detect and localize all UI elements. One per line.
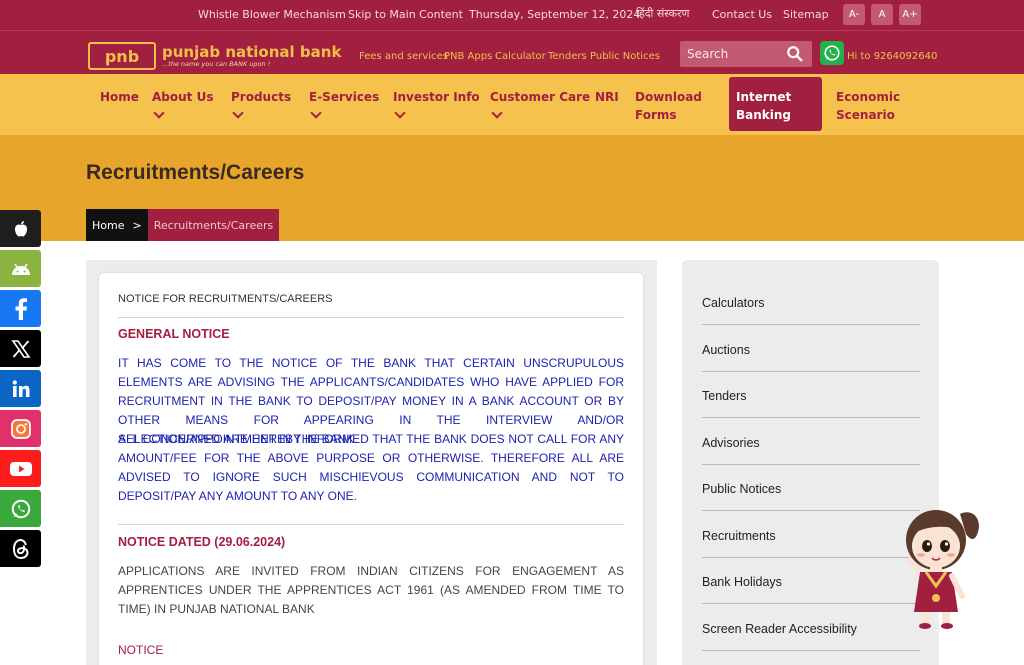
chevron-down-icon	[232, 107, 244, 119]
x-icon	[10, 339, 31, 358]
youtube-icon	[9, 461, 32, 476]
notice-link[interactable]: NOTICE	[118, 643, 163, 657]
notice-card: NOTICE FOR RECRUITMENTS/CAREERS GENERAL …	[99, 273, 643, 665]
sidebar-item-calculators[interactable]: Calculators	[702, 278, 920, 325]
dated-notice-text: APPLICATIONS ARE INVITED FROM INDIAN CIT…	[118, 564, 624, 616]
nav-products[interactable]: Products	[231, 88, 292, 119]
instagram-link[interactable]	[0, 410, 41, 447]
threads-link[interactable]	[0, 530, 41, 567]
facebook-link[interactable]	[0, 290, 41, 327]
nav-nri-label: NRI	[595, 90, 619, 104]
logo-tagline: ...the name you can BANK upon !	[162, 59, 271, 68]
android-app-link[interactable]	[0, 250, 41, 287]
sidebar-item-auctions[interactable]: Auctions	[702, 325, 920, 372]
breadcrumb: Home > Recruitments/Careers	[86, 209, 280, 241]
general-notice-paragraph-2: ALL CONCERNED ARE HEREBY INFORMED THAT T…	[118, 432, 624, 503]
top-utility-bar: Whistle Blower Mechanism Skip to Main Co…	[0, 0, 1024, 30]
brand-bar: pnb punjab national bank ...the name you…	[0, 30, 1024, 74]
apple-app-link[interactable]	[0, 210, 41, 247]
chevron-down-icon	[491, 107, 503, 119]
notice-heading: NOTICE FOR RECRUITMENTS/CAREERS	[118, 293, 333, 305]
logo-mark: pnb	[88, 42, 156, 70]
nav-e-services-label: E-Services	[309, 90, 380, 104]
sitemap-link[interactable]: Sitemap	[783, 8, 829, 21]
sidebar-item-screen-reader[interactable]: Screen Reader Accessibility	[702, 604, 920, 651]
nav-economic-scenario[interactable]: Economic Scenario	[836, 88, 906, 124]
hindi-version-link[interactable]: हिंदी संस्करण	[636, 6, 690, 21]
pnb-logo[interactable]: pnb punjab national bank ...the name you…	[88, 41, 341, 71]
instagram-icon	[10, 418, 31, 439]
divider	[118, 317, 624, 318]
chevron-down-icon	[394, 107, 406, 119]
page-header-band: Recruitments/Careers Home > Recruitments…	[0, 135, 1024, 241]
skip-to-content-link[interactable]: Skip to Main Content	[348, 8, 463, 21]
whistle-blower-link[interactable]: Whistle Blower Mechanism	[198, 8, 346, 21]
font-decrease-button[interactable]: A-	[843, 4, 865, 25]
sidebar-item-tenders[interactable]: Tenders	[702, 371, 920, 418]
font-increase-button[interactable]: A+	[899, 4, 921, 25]
nav-download-forms[interactable]: Download Forms	[635, 88, 705, 124]
linkedin-icon	[12, 379, 29, 397]
divider	[118, 524, 624, 525]
general-notice-title: GENERAL NOTICE	[118, 327, 230, 341]
nav-about-us[interactable]: About Us	[152, 88, 214, 119]
x-twitter-link[interactable]	[0, 330, 41, 367]
nav-home[interactable]: Home	[100, 88, 139, 106]
whatsapp-icon	[11, 499, 30, 518]
search-box	[680, 41, 812, 67]
contact-us-link[interactable]: Contact Us	[712, 8, 772, 21]
nav-e-services[interactable]: E-Services	[309, 88, 380, 119]
breadcrumb-separator: >	[132, 218, 142, 232]
whatsapp-chat-button[interactable]	[820, 41, 844, 65]
breadcrumb-home-label: Home	[92, 218, 125, 232]
nav-internet-banking-label: Internet Banking	[736, 90, 792, 122]
public-notices-link[interactable]: Public Notices	[590, 51, 660, 62]
sidebar-item-public-notices[interactable]: Public Notices	[702, 464, 920, 511]
nav-economic-scenario-label: Economic Scenario	[836, 90, 901, 122]
dated-notice-title: NOTICE DATED (29.06.2024)	[118, 535, 286, 549]
search-icon[interactable]	[786, 45, 804, 63]
nav-nri[interactable]: NRI	[595, 88, 619, 106]
nav-customer-care-label: Customer Care	[490, 90, 591, 104]
calculator-link[interactable]: Calculator	[495, 51, 546, 62]
whatsapp-link[interactable]	[0, 490, 41, 527]
linkedin-link[interactable]	[0, 370, 41, 407]
page-title: Recruitments/Careers	[86, 161, 305, 184]
nav-home-label: Home	[100, 90, 139, 104]
whatsapp-number: Hi to 9264092640	[847, 51, 938, 62]
threads-icon	[12, 538, 29, 559]
tenders-link[interactable]: Tenders	[548, 51, 587, 62]
pnb-apps-link[interactable]: PNB Apps	[444, 51, 492, 62]
current-date: Thursday, September 12, 2024	[469, 8, 641, 21]
nav-investor-info[interactable]: Investor Info	[393, 88, 480, 119]
breadcrumb-home[interactable]: Home >	[86, 209, 148, 241]
font-reset-button[interactable]: A	[871, 4, 893, 25]
fees-services-link[interactable]: Fees and services	[359, 51, 448, 62]
nav-investor-info-label: Investor Info	[393, 90, 480, 104]
search-input[interactable]	[680, 41, 780, 67]
main-navigation: Home About Us Products E-Services Invest…	[0, 74, 1024, 135]
apple-icon	[14, 220, 27, 236]
facebook-icon	[15, 297, 27, 320]
whatsapp-icon	[824, 45, 840, 61]
sidebar-item-recruitments[interactable]: Recruitments	[702, 511, 920, 558]
sidebar-item-advisories[interactable]: Advisories	[702, 418, 920, 465]
chevron-down-icon	[310, 107, 322, 119]
android-icon	[11, 263, 30, 275]
nav-customer-care[interactable]: Customer Care	[490, 88, 591, 119]
mascot-character-icon[interactable]	[900, 500, 984, 630]
nav-download-forms-label: Download Forms	[635, 90, 702, 122]
logo-name: punjab national bank	[162, 42, 342, 61]
breadcrumb-current: Recruitments/Careers	[147, 209, 280, 241]
nav-about-us-label: About Us	[152, 90, 214, 104]
nav-products-label: Products	[231, 90, 292, 104]
nav-internet-banking[interactable]: Internet Banking	[729, 77, 822, 131]
chevron-down-icon	[153, 107, 165, 119]
sidebar-item-bank-holidays[interactable]: Bank Holidays	[702, 557, 920, 604]
youtube-link[interactable]	[0, 450, 41, 487]
